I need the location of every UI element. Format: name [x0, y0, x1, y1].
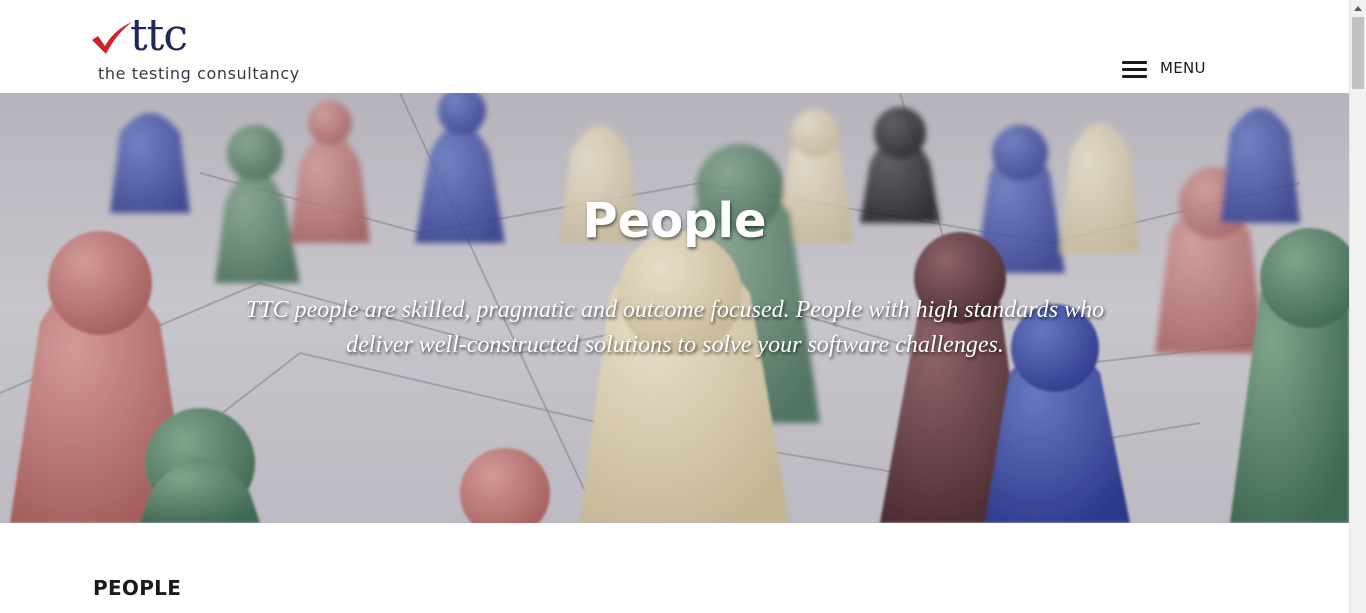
logo-tagline: the testing consultancy — [98, 64, 300, 83]
logo-wordmark: ttc — [130, 10, 188, 61]
menu-button[interactable]: MENU — [1122, 57, 1212, 79]
menu-label: MENU — [1160, 59, 1206, 77]
scrollbar-thumb[interactable] — [1352, 17, 1364, 89]
hero-description: TTC people are skilled, pragmatic and ou… — [245, 297, 1105, 358]
scroll-up-arrow-icon[interactable] — [1350, 0, 1366, 17]
hero-banner: People TTC people are skilled, pragmatic… — [0, 93, 1349, 523]
hero-title: People — [582, 193, 767, 249]
site-logo[interactable]: ttc the testing consultancy — [90, 12, 320, 86]
checkmark-icon — [92, 22, 132, 54]
page-scrollbar[interactable] — [1349, 0, 1366, 613]
section-heading: PEOPLE — [93, 576, 182, 600]
hamburger-icon — [1122, 59, 1147, 78]
site-header: ttc the testing consultancy MENU — [0, 0, 1349, 93]
